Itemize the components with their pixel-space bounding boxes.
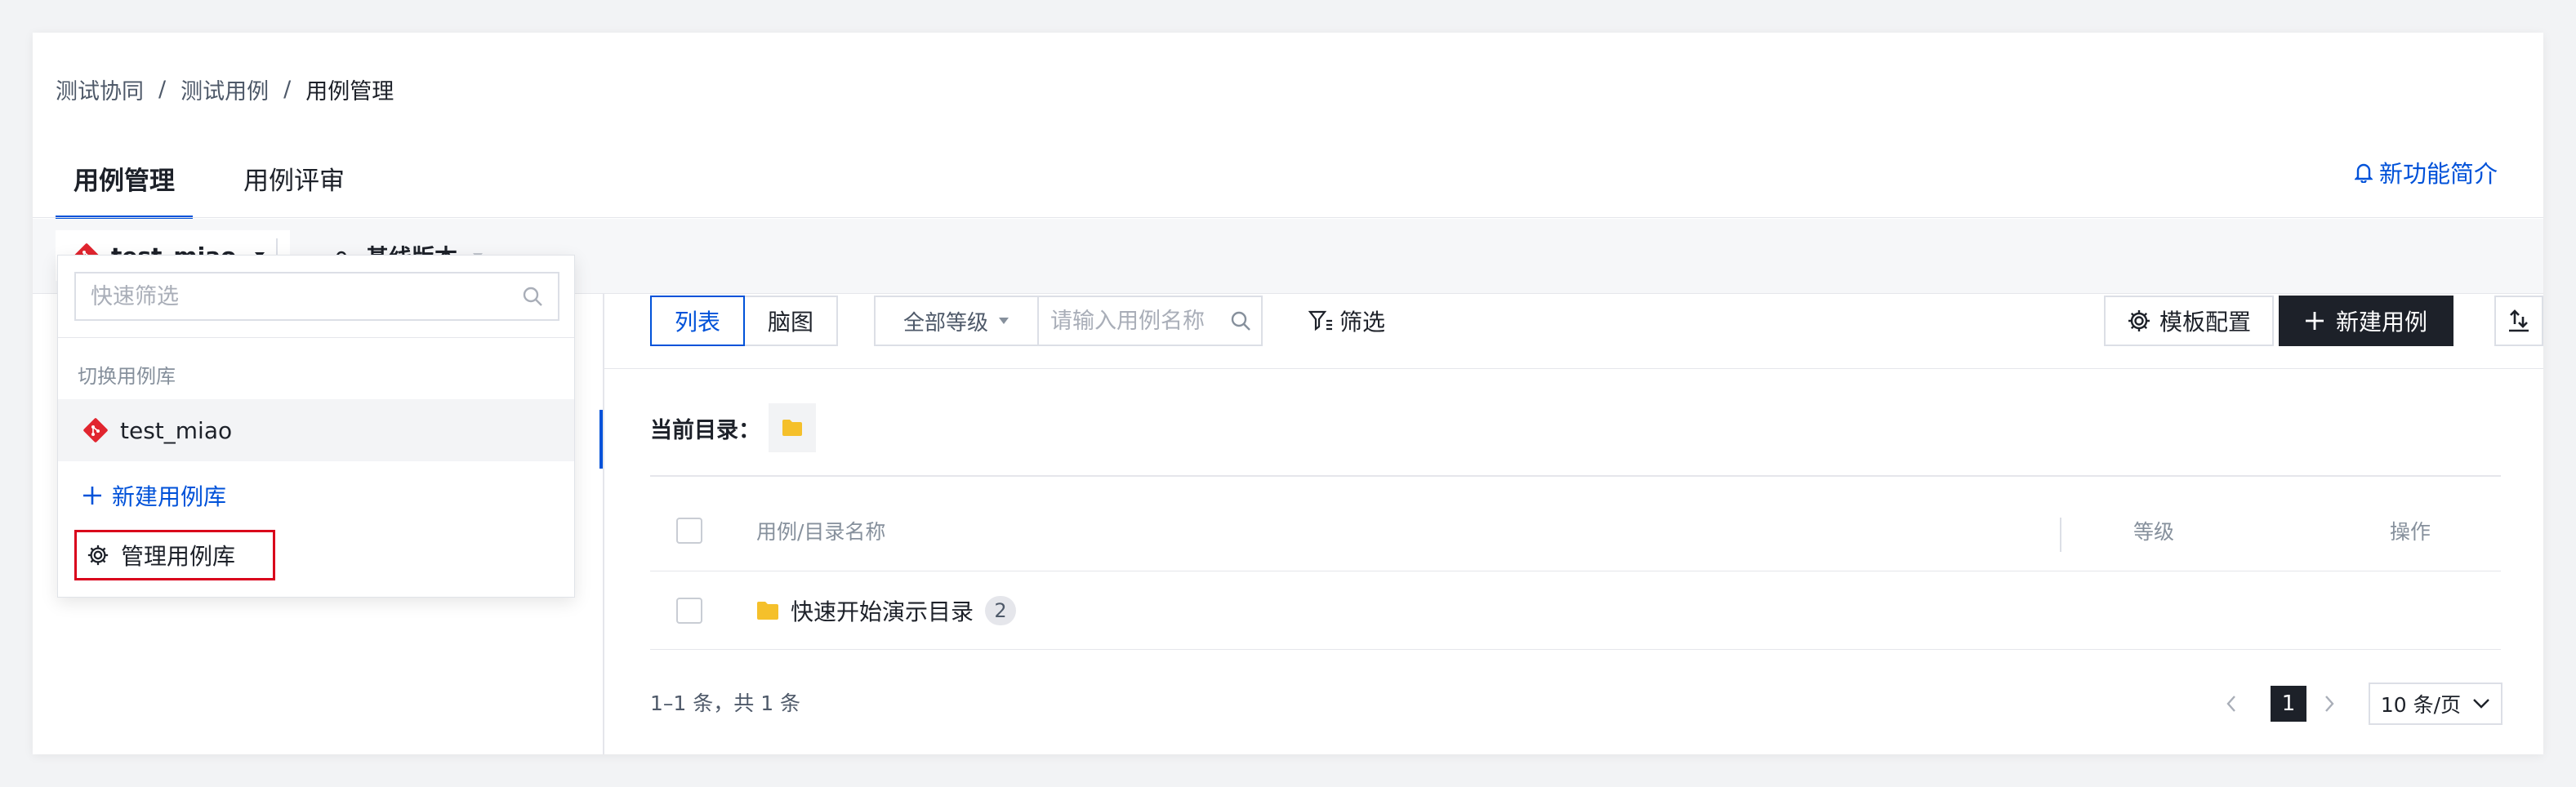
select-all-checkbox[interactable] — [676, 518, 702, 544]
filter-button[interactable]: 筛选 — [1308, 302, 1385, 340]
view-list-button[interactable]: 列表 — [650, 296, 746, 346]
toolbar-divider — [604, 368, 2543, 369]
manage-repo-button[interactable]: 管理用例库 — [74, 530, 275, 580]
breadcrumb-item-testcases[interactable]: 测试用例 — [180, 73, 269, 105]
column-header-actions: 操作 — [2390, 520, 2431, 544]
tabs-divider — [33, 217, 2543, 218]
new-case-button[interactable]: 新建用例 — [2279, 296, 2454, 346]
new-case-label: 新建用例 — [2336, 309, 2428, 336]
plus-icon — [82, 486, 102, 505]
export-button[interactable] — [2494, 296, 2543, 346]
breadcrumb-separator: / — [283, 76, 292, 102]
search-icon[interactable] — [1230, 310, 1251, 331]
breadcrumb: 测试协同 / 测试用例 / 用例管理 — [56, 70, 394, 108]
filter-label: 筛选 — [1339, 309, 1386, 336]
repo-quick-filter-box — [74, 272, 559, 321]
breadcrumb-item-collab[interactable]: 测试协同 — [56, 73, 144, 105]
repo-quick-filter-input[interactable] — [91, 283, 522, 309]
bell-icon — [2354, 162, 2373, 183]
directory-name: 快速开始演示目录 — [791, 598, 974, 625]
view-toggle: 列表 脑图 — [650, 296, 839, 346]
main-tabs: 用例管理 用例评审 — [56, 139, 395, 219]
tree-active-indicator — [599, 410, 603, 469]
search-icon[interactable] — [522, 286, 543, 307]
gear-icon — [2127, 309, 2151, 333]
breadcrumb-separator: / — [158, 76, 167, 102]
level-filter-select[interactable]: 全部等级 — [874, 296, 1039, 346]
page-size-value: 10 条/页 — [2380, 693, 2462, 717]
filter-icon — [1308, 309, 1333, 332]
tab-case-management[interactable]: 用例管理 — [56, 139, 193, 219]
app-page: 测试协同 / 测试用例 / 用例管理 用例管理 用例评审 新功能简介 test_… — [33, 33, 2543, 754]
manage-repo-label: 管理用例库 — [121, 543, 236, 570]
new-feature-intro-link[interactable]: 新功能简介 — [2354, 155, 2498, 189]
column-resize-handle[interactable] — [2060, 518, 2061, 552]
new-repo-button[interactable]: 新建用例库 — [82, 471, 226, 520]
current-directory-divider — [650, 475, 2501, 477]
template-config-button[interactable]: 模板配置 — [2104, 296, 2275, 346]
repo-option[interactable]: test_miao — [58, 399, 574, 461]
prev-page-button[interactable] — [2215, 686, 2248, 722]
row-checkbox[interactable] — [676, 598, 702, 624]
export-icon — [2507, 309, 2531, 333]
directory-link[interactable]: 快速开始演示目录 2 — [756, 571, 1017, 650]
table-header: 用例/目录名称 等级 操作 — [650, 490, 2501, 571]
current-directory-chip[interactable] — [769, 403, 816, 452]
pagination-total: 1–1 条，共 1 条 — [650, 691, 801, 715]
template-config-label: 模板配置 — [2159, 309, 2252, 336]
folder-icon — [756, 601, 779, 620]
next-page-button[interactable] — [2313, 686, 2346, 722]
git-logo-icon — [82, 417, 109, 443]
breadcrumb-item-current: 用例管理 — [305, 78, 394, 104]
case-search-input[interactable] — [1050, 308, 1230, 334]
case-search-box — [1037, 296, 1263, 346]
column-header-name: 用例/目录名称 — [756, 520, 886, 544]
current-directory: 当前目录： — [650, 400, 816, 456]
current-directory-label: 当前目录： — [650, 417, 760, 443]
repo-dropdown-panel: 切换用例库 test_miao 新建用例库 管理用例库 — [57, 255, 575, 598]
view-mindmap-button[interactable]: 脑图 — [745, 296, 839, 346]
page-size-select[interactable]: 10 条/页 — [2369, 683, 2502, 725]
new-repo-label: 新建用例库 — [112, 483, 227, 510]
tab-case-review[interactable]: 用例评审 — [225, 139, 363, 217]
new-feature-intro-label: 新功能简介 — [2378, 160, 2498, 188]
column-header-level: 等级 — [2133, 520, 2175, 544]
chevron-down-icon — [2472, 698, 2490, 709]
case-count-badge: 2 — [985, 596, 1017, 625]
plus-icon — [2305, 311, 2324, 331]
repo-option-label: test_miao — [120, 416, 233, 444]
level-filter-value: 全部等级 — [902, 310, 988, 336]
gear-icon — [87, 544, 109, 567]
table-row: 快速开始演示目录 2 — [650, 571, 2501, 650]
dropdown-divider — [58, 337, 574, 338]
caret-down-icon — [998, 317, 1009, 325]
switch-repo-section-title: 切换用例库 — [78, 365, 176, 388]
page-number-current[interactable]: 1 — [2271, 686, 2306, 722]
folder-icon — [782, 419, 803, 437]
